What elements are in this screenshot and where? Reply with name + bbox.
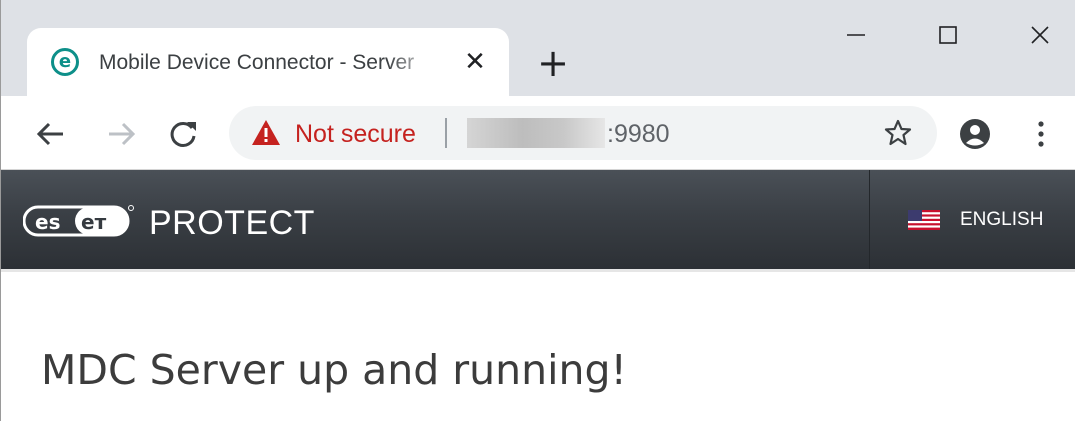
language-label: ENGLISH xyxy=(960,209,1044,230)
window-close-icon[interactable] xyxy=(1015,18,1065,58)
maximize-icon[interactable] xyxy=(923,18,973,58)
address-separator xyxy=(445,118,447,148)
forward-arrow-icon[interactable] xyxy=(101,114,141,154)
svg-text:eт: eт xyxy=(81,210,107,234)
browser-window: e Mobile Device Connector - Server ✕ + N… xyxy=(0,0,1075,421)
new-tab-plus-icon[interactable]: + xyxy=(533,44,573,84)
svg-text:es: es xyxy=(35,210,60,234)
tab-strip: e Mobile Device Connector - Server ✕ + xyxy=(1,0,1075,96)
security-status-label[interactable]: Not secure xyxy=(295,119,416,149)
browser-toolbar: Not secure :9980 xyxy=(1,96,1075,170)
eset-favicon-icon: e xyxy=(51,48,79,76)
app-header: es eт PROTECT ENGLISH xyxy=(1,170,1075,272)
warning-triangle-icon[interactable] xyxy=(251,118,281,148)
status-message: MDC Server up and running! xyxy=(41,346,627,394)
reload-icon[interactable] xyxy=(163,114,203,154)
us-flag-icon xyxy=(908,210,940,230)
eset-logo[interactable]: es eт xyxy=(22,204,135,238)
product-name: PROTECT xyxy=(149,204,315,242)
redacted-hostname xyxy=(467,118,605,148)
language-selector[interactable]: ENGLISH xyxy=(870,170,1075,269)
address-bar[interactable]: Not secure :9980 xyxy=(229,106,937,160)
address-port: :9980 xyxy=(607,120,670,148)
bookmark-star-icon[interactable] xyxy=(883,118,913,148)
back-arrow-icon[interactable] xyxy=(31,114,71,154)
browser-tab[interactable]: e Mobile Device Connector - Server ✕ xyxy=(27,28,509,96)
account-icon[interactable] xyxy=(959,118,991,150)
tab-close-icon[interactable]: ✕ xyxy=(459,46,491,78)
vertical-dots-menu-icon[interactable] xyxy=(1031,118,1051,150)
minimize-icon[interactable] xyxy=(831,18,881,58)
tab-title: Mobile Device Connector - Server xyxy=(99,51,415,74)
